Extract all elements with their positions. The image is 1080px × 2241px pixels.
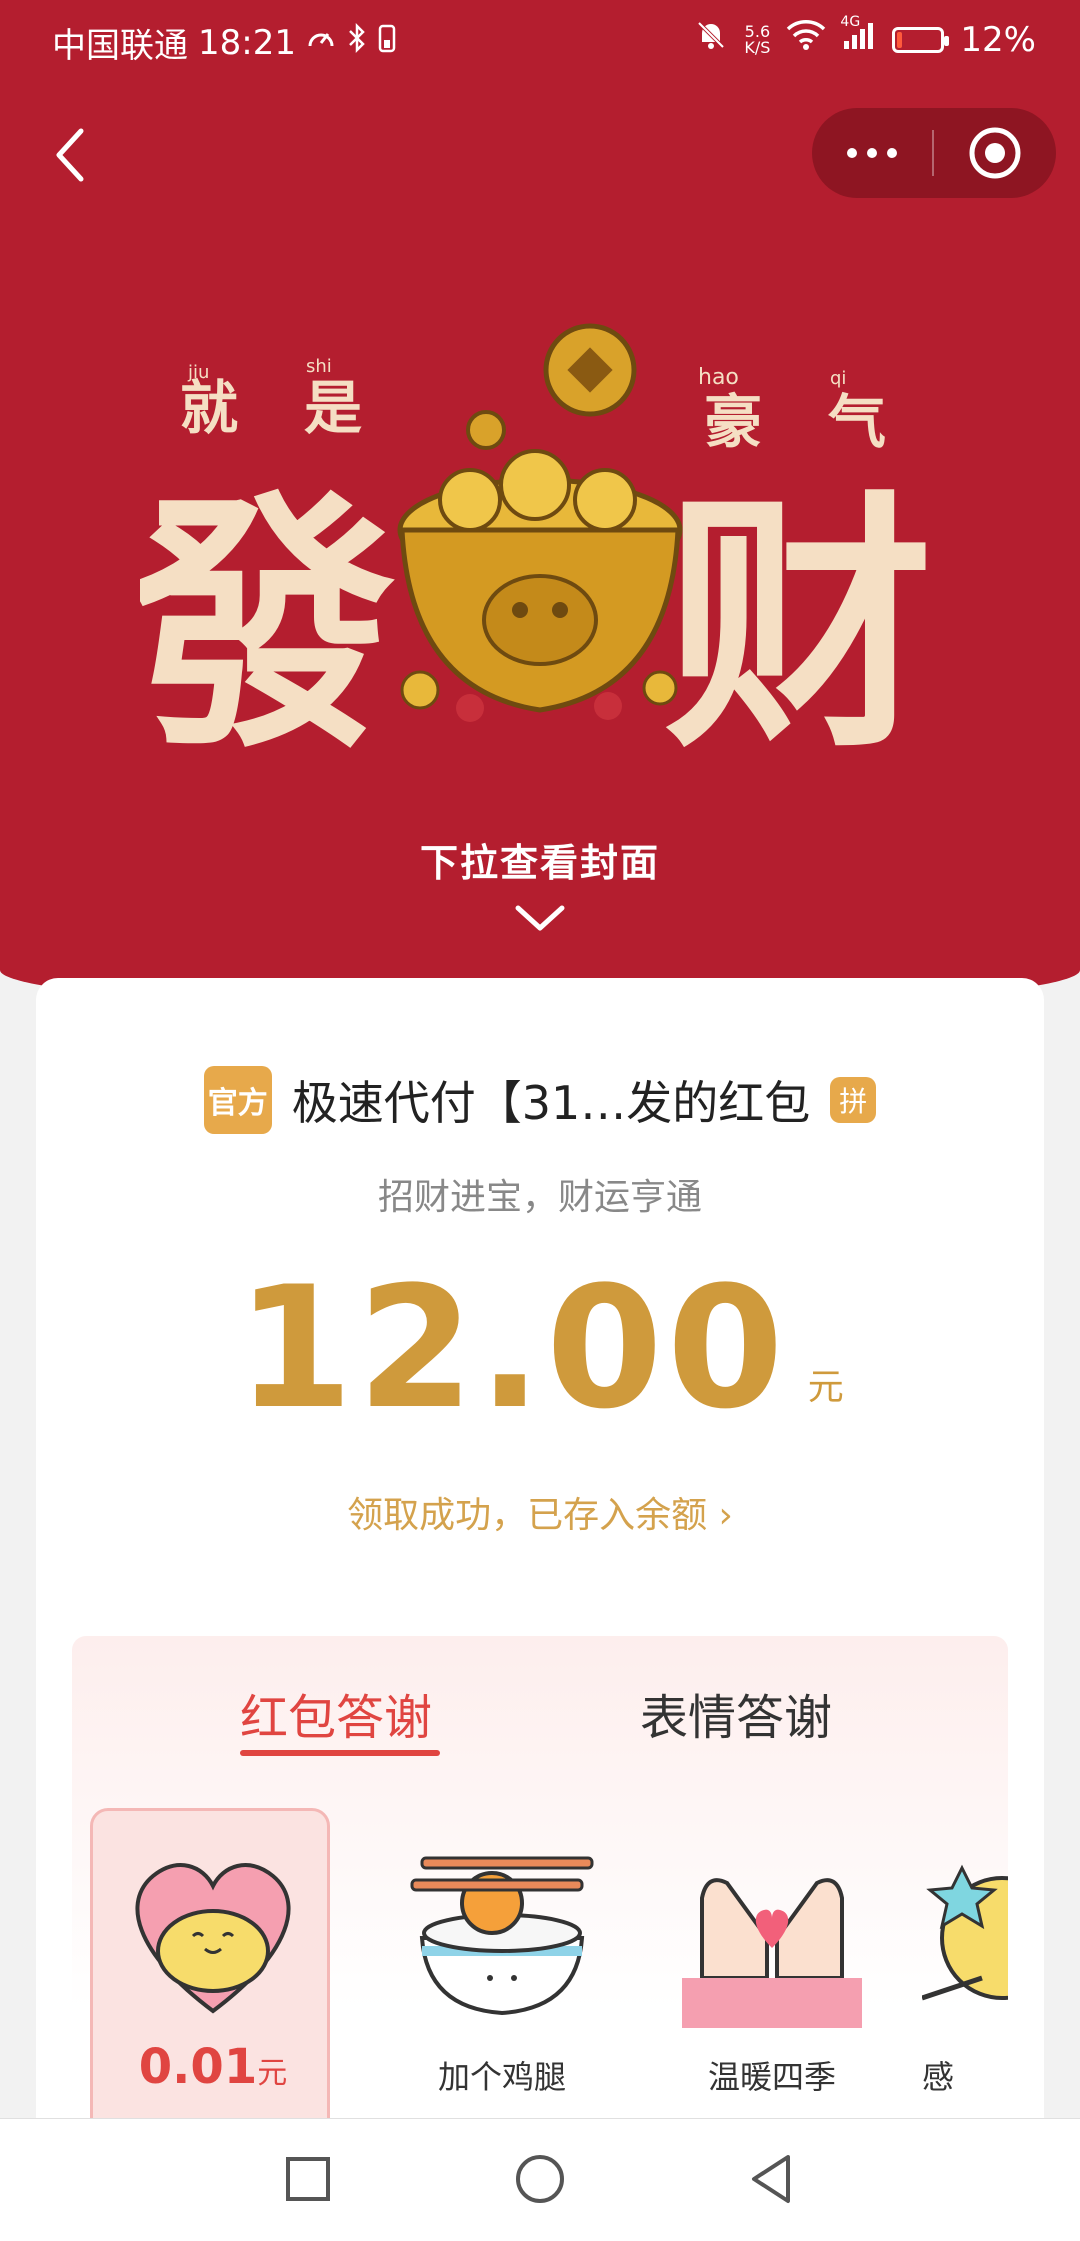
phone-battery-icon xyxy=(378,22,396,63)
gift-label: 温暖四季 xyxy=(707,2058,836,2096)
blessing-text: 招财进宝，财运亨通 xyxy=(377,1177,702,1218)
gift-label: 加个鸡腿 xyxy=(437,2058,566,2096)
target-circle-icon xyxy=(969,127,1021,179)
big-char-right: 财 xyxy=(664,469,934,750)
speedometer-icon xyxy=(306,23,336,63)
battery-icon xyxy=(892,26,950,53)
amount-value: 12.00 xyxy=(236,1250,788,1446)
cell-signal-icon: 4G xyxy=(840,14,876,60)
treasure-bowl-icon xyxy=(397,323,683,722)
gift-price: 0.01元 xyxy=(138,2039,288,2095)
pull-down-hint[interactable]: 下拉查看封面 xyxy=(0,832,1080,887)
home-button[interactable] xyxy=(508,2147,572,2211)
bluetooth-icon xyxy=(346,22,368,63)
back-button[interactable] xyxy=(40,120,100,190)
network-speed: 5.6 K/S xyxy=(744,21,771,57)
tab-sticker-thanks[interactable]: 表情答谢 xyxy=(640,1678,832,1748)
heart-hug-icon xyxy=(135,1863,291,2014)
pinyin-3: hao xyxy=(698,365,739,390)
rice-bowl-drumstick-icon xyxy=(410,1856,594,2016)
system-nav-bar xyxy=(0,2118,1080,2241)
claim-status-link[interactable]: 领取成功，已存入余额 › xyxy=(36,1486,1044,1538)
active-tab-indicator xyxy=(240,1750,440,1756)
wifi-icon xyxy=(786,19,826,60)
tab-red-packet-thanks[interactable]: 红包答谢 xyxy=(240,1678,432,1748)
red-packet-result-card: 官方 极速代付【31…发的红包 拼 招财进宝，财运亨通 12.00 元 领取成功… xyxy=(36,978,1044,2240)
pinyin-4: qi xyxy=(830,368,846,389)
small-char-2: 是 xyxy=(304,374,362,442)
amount-unit: 元 xyxy=(807,1367,844,1408)
square-icon xyxy=(286,2157,330,2201)
star-character-icon xyxy=(922,1864,1008,2001)
small-char-4: 气 xyxy=(828,388,886,456)
triangle-back-icon xyxy=(752,2155,790,2203)
circle-icon xyxy=(516,2155,564,2203)
big-char-left: 發 xyxy=(140,469,396,750)
amount-row: 12.00 元 xyxy=(36,1250,1044,1446)
battery-percent: 12% xyxy=(960,19,1036,60)
sender-name: 极速代付【31…发的红包 xyxy=(291,1076,811,1130)
chevron-left-icon xyxy=(56,128,84,182)
small-char-3: 豪 xyxy=(704,388,762,456)
chevron-down-icon[interactable] xyxy=(510,900,570,936)
sender-row: 官方 极速代付【31…发的红包 拼 xyxy=(36,1066,1044,1134)
clock: 18:21 xyxy=(198,22,296,63)
status-bar: 中国联通 18:21 5.6 K/S 4G 12% xyxy=(0,0,1080,84)
more-button[interactable] xyxy=(812,108,932,198)
cover-art: jiu shi hao qi 就 是 豪 气 發 财 xyxy=(140,323,934,750)
close-miniprogram-button[interactable] xyxy=(934,108,1056,198)
gift-label: 感 xyxy=(922,2058,955,2096)
small-char-1: 就 xyxy=(180,374,238,442)
carrier-label: 中国联通 xyxy=(52,26,188,66)
official-badge: 官方 xyxy=(203,1066,272,1134)
pin-badge: 拼 xyxy=(830,1077,877,1123)
recents-button[interactable] xyxy=(276,2147,340,2211)
heart-hands-icon xyxy=(682,1878,862,2028)
mute-bell-icon xyxy=(694,18,728,61)
back-nav-button[interactable] xyxy=(740,2147,804,2211)
miniprogram-capsule xyxy=(812,108,1056,198)
